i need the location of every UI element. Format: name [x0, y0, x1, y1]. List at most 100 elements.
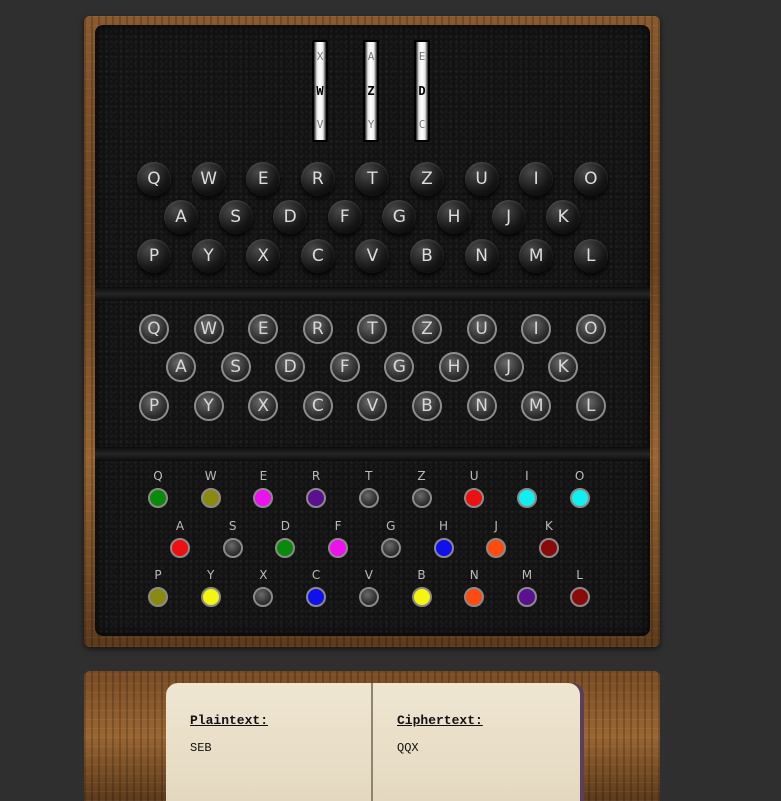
lamp-s: S [220, 352, 251, 382]
plug-label-n: N [469, 568, 479, 582]
plug-socket-f[interactable] [328, 538, 349, 558]
plug-socket-u[interactable] [464, 488, 485, 508]
plug-label-z: Z [417, 469, 426, 483]
lamp-t: T [357, 314, 388, 344]
plug-socket-c[interactable] [306, 587, 327, 607]
key-r[interactable]: R [300, 162, 335, 196]
plug-label-w: W [204, 469, 217, 483]
key-w[interactable]: W [191, 162, 226, 196]
lamp-w: W [193, 314, 224, 344]
plug-socket-n[interactable] [464, 587, 485, 607]
rotor-3-next-letter: C [418, 118, 426, 131]
plug-label-o: O [574, 469, 585, 483]
lamp-z: Z [412, 314, 442, 344]
lamp-l: L [575, 391, 606, 421]
rotor-2-next-letter: Y [367, 118, 375, 131]
lamp-n: N [466, 391, 497, 421]
plug-socket-x[interactable] [253, 587, 274, 607]
plug-label-a: A [175, 519, 185, 533]
key-j[interactable]: J [491, 200, 526, 234]
lamp-a: A [166, 352, 196, 382]
key-z[interactable]: Z [410, 162, 444, 196]
rotor-2-prev-letter: A [367, 50, 375, 63]
lamp-g: G [384, 352, 415, 382]
plug-socket-z[interactable] [411, 488, 432, 508]
key-t[interactable]: T [355, 162, 390, 196]
lamp-y: Y [193, 391, 224, 421]
rotor-1[interactable]: X W V [312, 40, 328, 142]
key-x[interactable]: X [246, 239, 281, 273]
lamp-f: F [329, 352, 360, 382]
key-v[interactable]: V [355, 239, 390, 273]
rotor-3-current-letter: D [418, 84, 426, 98]
lamp-r: R [302, 314, 333, 344]
plug-socket-s[interactable] [222, 538, 243, 558]
plug-socket-d[interactable] [275, 538, 296, 558]
plug-socket-k[interactable] [538, 538, 559, 558]
key-h[interactable]: H [437, 200, 471, 234]
plug-socket-h[interactable] [433, 538, 454, 558]
ciphertext-value: QQX [397, 741, 419, 755]
key-m[interactable]: M [519, 239, 554, 273]
key-q[interactable]: Q [137, 162, 171, 196]
plug-label-d: D [280, 519, 291, 533]
plug-label-b: B [417, 568, 426, 582]
plug-socket-o[interactable] [569, 488, 590, 508]
lamp-k: K [548, 352, 579, 382]
plug-label-u: U [469, 469, 479, 483]
key-o[interactable]: O [573, 162, 608, 196]
plug-label-t: T [365, 469, 373, 483]
plug-socket-j[interactable] [486, 538, 507, 558]
rotor-2[interactable]: A Z Y [363, 40, 379, 142]
plug-label-q: Q [153, 469, 163, 483]
key-l[interactable]: L [573, 239, 608, 273]
lamp-c: C [302, 391, 333, 421]
plug-socket-p[interactable] [148, 587, 168, 607]
key-y[interactable]: Y [191, 239, 226, 273]
plug-label-c: C [311, 568, 321, 582]
key-d[interactable]: D [273, 200, 308, 234]
plug-socket-q[interactable] [148, 488, 168, 508]
plug-label-y: Y [207, 568, 215, 582]
plug-socket-y[interactable] [200, 587, 221, 607]
notebook-spine [371, 683, 373, 801]
plug-socket-e[interactable] [253, 488, 274, 508]
key-s[interactable]: S [218, 200, 253, 234]
plug-label-s: S [228, 519, 237, 533]
key-n[interactable]: N [464, 239, 499, 273]
plug-label-l: L [576, 568, 583, 582]
lamp-u: U [466, 314, 497, 344]
rotor-1-next-letter: V [316, 118, 324, 131]
key-i[interactable]: I [519, 162, 554, 196]
key-p[interactable]: P [137, 239, 171, 273]
lamp-x: X [248, 391, 279, 421]
plug-socket-w[interactable] [200, 488, 221, 508]
key-u[interactable]: U [464, 162, 499, 196]
plug-socket-b[interactable] [411, 587, 432, 607]
key-a[interactable]: A [164, 200, 198, 234]
key-c[interactable]: C [300, 239, 335, 273]
key-g[interactable]: G [382, 200, 417, 234]
lamp-b: B [412, 391, 442, 421]
plug-socket-m[interactable] [516, 587, 537, 607]
key-k[interactable]: K [546, 200, 581, 234]
rotor-1-prev-letter: X [316, 50, 324, 63]
plug-socket-v[interactable] [358, 587, 379, 607]
plug-socket-i[interactable] [516, 488, 537, 508]
plug-socket-l[interactable] [569, 587, 590, 607]
plug-socket-a[interactable] [170, 538, 190, 558]
lamp-i: I [521, 314, 552, 344]
key-f[interactable]: F [327, 200, 362, 234]
plug-label-i: I [525, 469, 529, 483]
key-b[interactable]: B [410, 239, 444, 273]
key-e[interactable]: E [246, 162, 281, 196]
plug-label-e: E [259, 469, 268, 483]
plug-socket-t[interactable] [358, 488, 379, 508]
plug-socket-g[interactable] [380, 538, 401, 558]
plug-socket-r[interactable] [306, 488, 327, 508]
lampboard-plugboard-divider [95, 447, 650, 461]
rotor-3[interactable]: E D C [414, 40, 430, 142]
keyboard-lampboard-divider [95, 287, 650, 301]
enigma-machine: XWVAZYEDCQWERTZUIOASDFGHJKPYXCVBNMLQWERT… [84, 16, 660, 647]
plug-label-g: G [386, 519, 396, 533]
